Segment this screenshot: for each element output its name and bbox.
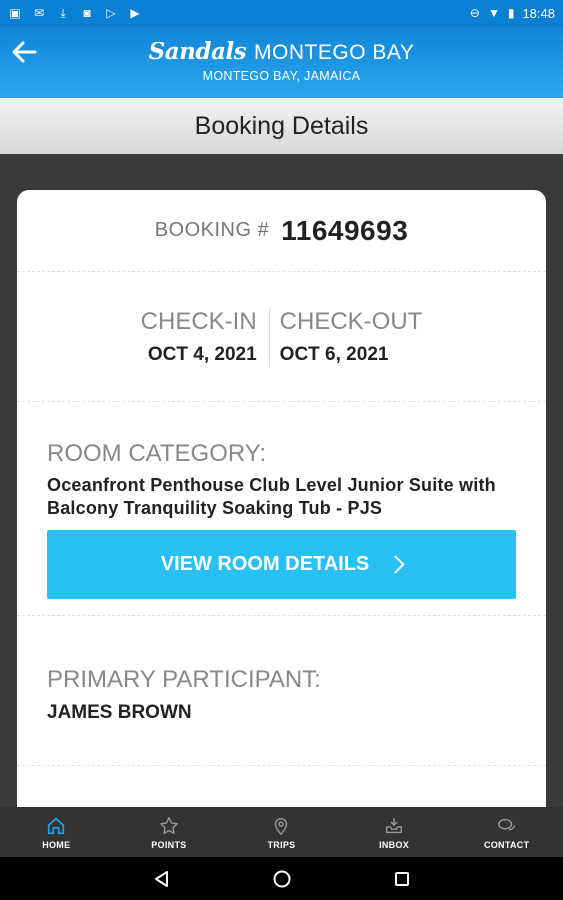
battery-icon: ▮: [507, 6, 515, 20]
camera-icon: ◙: [83, 6, 91, 20]
square-recents-icon: [394, 871, 409, 886]
play-icon: ▶: [130, 6, 140, 20]
app-header: Sandals MONTEGO BAY MONTEGO BAY, JAMAICA: [0, 26, 563, 98]
nav-points-label: POINTS: [151, 839, 187, 850]
checkin-label: CHECK-IN: [140, 307, 257, 335]
room-category-value: Oceanfront Penthouse Club Level Junior S…: [47, 475, 496, 518]
title-band: Booking Details: [0, 98, 563, 154]
brand: Sandals MONTEGO BAY MONTEGO BAY, JAMAICA: [0, 38, 563, 83]
status-time: 18:48: [522, 5, 555, 21]
mail-icon: ✉: [33, 6, 45, 20]
nav-contact[interactable]: CONTACT: [450, 807, 563, 857]
status-bar: ▣ ✉ ⤓ ◙ ▷ ▶ ⊖ ▼ ▮ 18:48: [0, 0, 563, 26]
resort-name: MONTEGO BAY: [254, 41, 415, 64]
home-icon: [48, 817, 65, 834]
participant-section: PRIMARY PARTICIPANT: JAMES BROWN: [17, 616, 546, 766]
inbox-icon: [386, 817, 403, 833]
checkin-column: CHECK-IN OCT 4, 2021: [131, 307, 270, 366]
booking-card: BOOKING # 11649693 CHECK-IN OCT 4, 2021 …: [17, 190, 546, 830]
booking-label: BOOKING #: [154, 219, 270, 241]
nav-points[interactable]: POINTS: [113, 807, 226, 857]
nav-inbox[interactable]: INBOX: [338, 807, 451, 857]
nav-home-label: HOME: [42, 839, 71, 850]
dates-row: CHECK-IN OCT 4, 2021 CHECK-OUT OCT 6, 20…: [17, 272, 546, 402]
notification-icons: ▣ ✉ ⤓ ◙ ▷ ▶: [8, 7, 142, 19]
image-icon: ▣: [9, 6, 21, 20]
download-icon: ⤓: [60, 6, 66, 20]
sandals-logo: Sandals: [148, 38, 247, 65]
chat-icon: [497, 818, 515, 830]
chevron-right-icon: [386, 555, 405, 574]
resort-location: MONTEGO BAY, JAMAICA: [202, 69, 361, 83]
room-category-label: ROOM CATEGORY:: [47, 440, 267, 467]
booking-number: 11649693: [281, 214, 409, 246]
view-room-details-button[interactable]: VIEW ROOM DETAILS: [47, 530, 516, 599]
checkout-label: CHECK-OUT: [279, 307, 423, 335]
system-nav-bar: [0, 857, 563, 900]
booking-number-row: BOOKING # 11649693: [17, 190, 546, 272]
system-back-button[interactable]: [152, 869, 172, 889]
room-section: ROOM CATEGORY: Oceanfront Penthouse Club…: [17, 402, 546, 616]
circle-home-icon: [273, 870, 290, 887]
primary-participant-name: JAMES BROWN: [47, 702, 192, 723]
play-store-icon: ▷: [106, 6, 116, 20]
checkout-column: CHECK-OUT OCT 6, 2021: [270, 308, 433, 366]
checkout-date: OCT 6, 2021: [279, 343, 389, 365]
primary-participant-label: PRIMARY PARTICIPANT:: [47, 666, 321, 693]
wifi-icon: ▼: [487, 6, 500, 20]
system-recents-button[interactable]: [392, 869, 412, 889]
dnd-icon: ⊖: [469, 6, 480, 20]
checkin-date: OCT 4, 2021: [147, 343, 257, 365]
nav-home[interactable]: HOME: [0, 807, 113, 857]
nav-contact-label: CONTACT: [483, 839, 530, 850]
triangle-back-icon: [154, 870, 168, 887]
system-home-button[interactable]: [272, 869, 292, 889]
star-icon: [160, 816, 178, 834]
nav-inbox-label: INBOX: [379, 839, 410, 850]
map-pin-icon: [275, 817, 288, 835]
bottom-nav: HOME POINTS TRIPS INBOX CONTACT: [0, 807, 563, 857]
nav-trips-label: TRIPS: [267, 839, 296, 850]
nav-trips[interactable]: TRIPS: [225, 807, 338, 857]
view-room-details-label: VIEW ROOM DETAILS: [160, 553, 370, 575]
page-title: Booking Details: [194, 111, 369, 140]
